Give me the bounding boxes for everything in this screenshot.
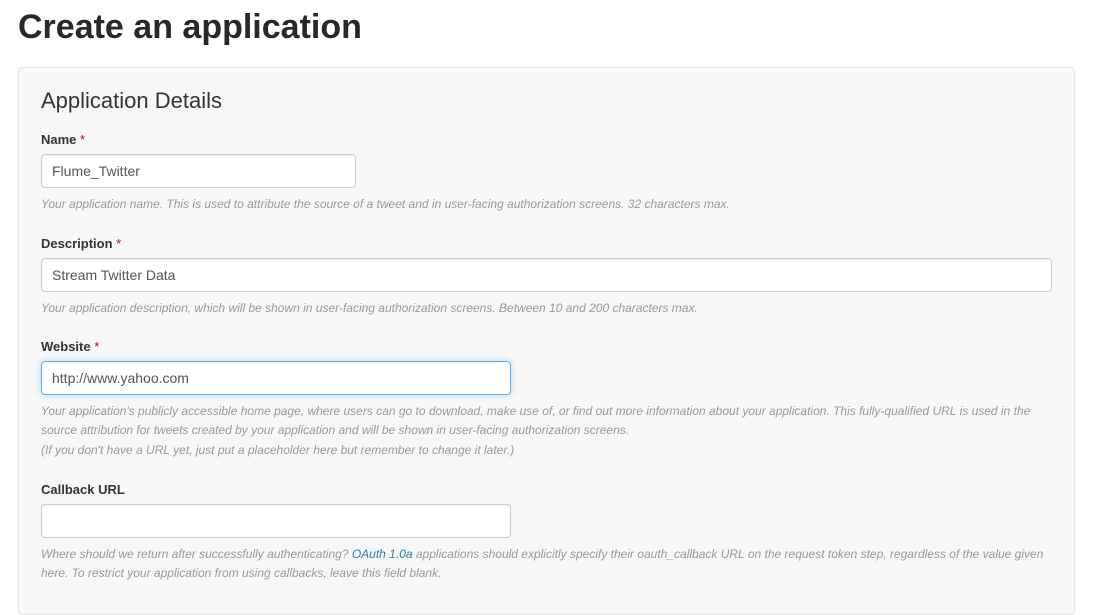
panel-heading: Application Details	[41, 88, 1052, 114]
callback-help-text: Where should we return after successfull…	[41, 545, 1052, 582]
name-field-group: Name * Your application name. This is us…	[41, 132, 1052, 214]
website-input[interactable]	[41, 361, 511, 395]
application-details-panel: Application Details Name * Your applicat…	[18, 67, 1075, 615]
description-field-group: Description * Your application descripti…	[41, 236, 1052, 318]
name-label: Name *	[41, 132, 1052, 147]
description-input[interactable]	[41, 258, 1052, 292]
oauth-link[interactable]: OAuth 1.0a	[352, 547, 413, 561]
website-help-text-1: Your application's publicly accessible h…	[41, 402, 1052, 439]
description-help-text: Your application description, which will…	[41, 299, 1052, 318]
website-help-text-2: (If you don't have a URL yet, just put a…	[41, 441, 1052, 460]
callback-label-text: Callback URL	[41, 482, 125, 497]
required-asterisk: *	[80, 132, 85, 147]
website-label: Website *	[41, 339, 1052, 354]
callback-label: Callback URL	[41, 482, 1052, 497]
name-label-text: Name	[41, 132, 76, 147]
required-asterisk: *	[94, 339, 99, 354]
callback-field-group: Callback URL Where should we return afte…	[41, 482, 1052, 582]
website-field-group: Website * Your application's publicly ac…	[41, 339, 1052, 460]
name-input[interactable]	[41, 154, 356, 188]
website-label-text: Website	[41, 339, 91, 354]
callback-help-pre: Where should we return after successfull…	[41, 547, 352, 561]
description-label-text: Description	[41, 236, 113, 251]
description-label: Description *	[41, 236, 1052, 251]
callback-input[interactable]	[41, 504, 511, 538]
page-title: Create an application	[18, 0, 1075, 67]
name-help-text: Your application name. This is used to a…	[41, 195, 1052, 214]
required-asterisk: *	[116, 236, 121, 251]
